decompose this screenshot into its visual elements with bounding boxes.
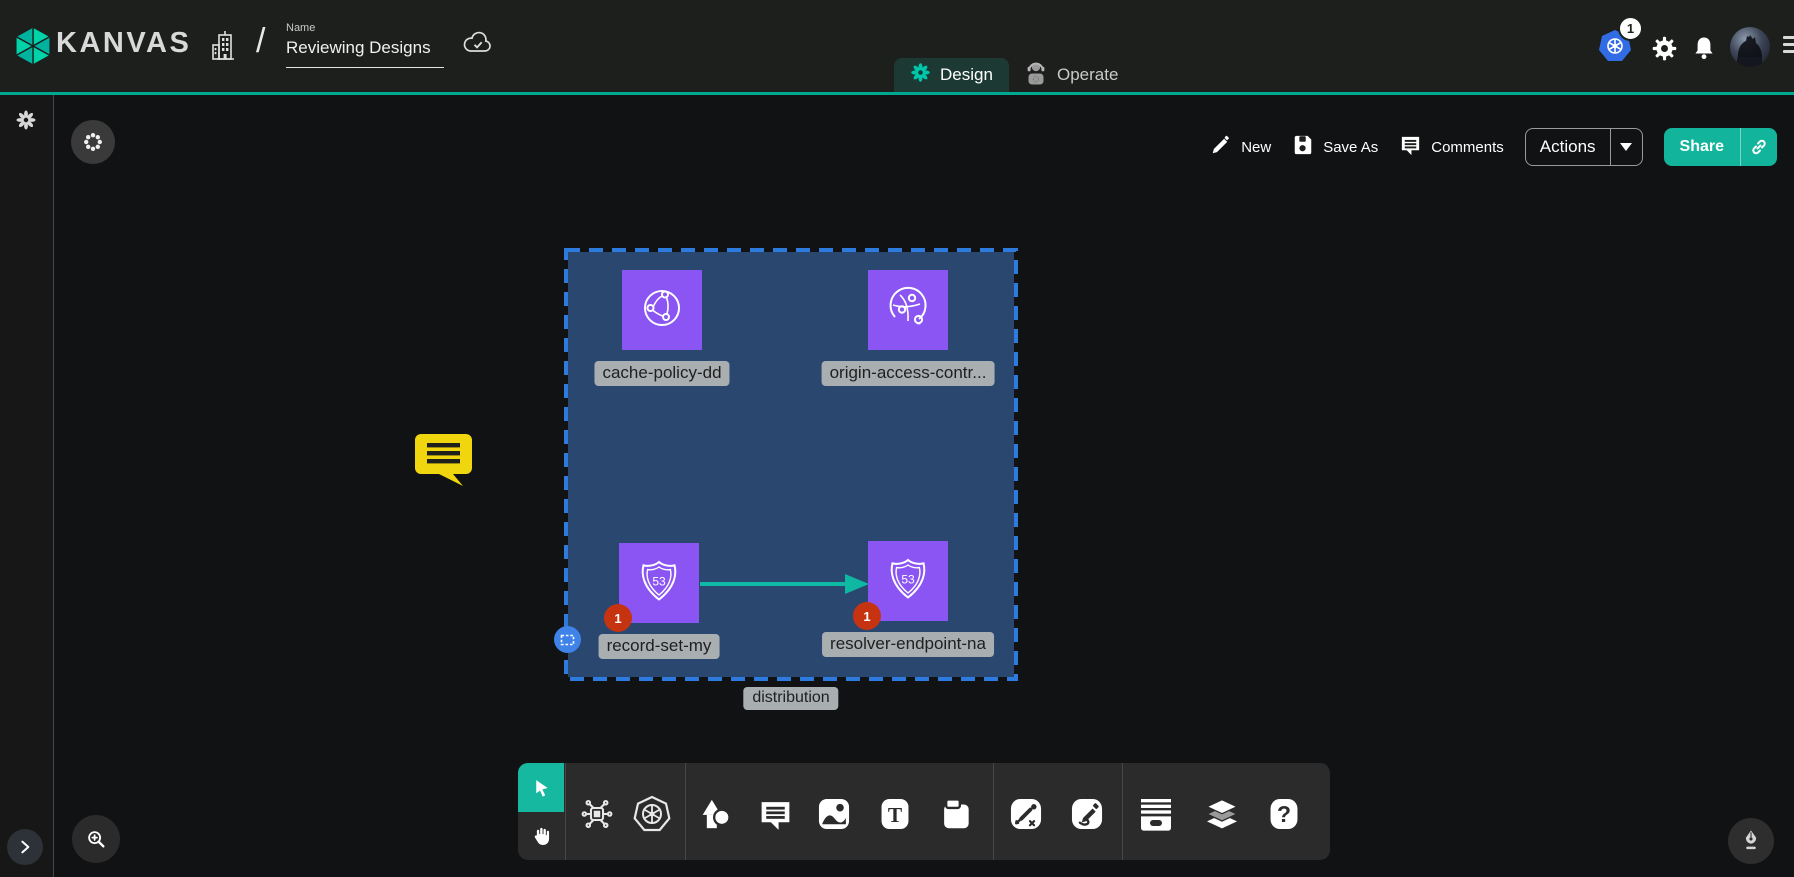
node-label[interactable]: origin-access-contr...: [822, 361, 995, 386]
new-button[interactable]: New: [1210, 134, 1271, 160]
question-mark-icon: ?: [1265, 795, 1303, 833]
comment-tool-button[interactable]: [755, 794, 795, 834]
toolbar-divider: [565, 763, 566, 860]
save-floppy-icon: [1292, 134, 1314, 160]
header: KANVAS / Name: [0, 0, 1794, 95]
svg-text:?: ?: [1277, 801, 1291, 827]
tab-design-label: Design: [940, 65, 993, 85]
design-action-bar: New Save As Comments: [1210, 127, 1777, 167]
node-label[interactable]: resolver-endpoint-na: [822, 632, 994, 657]
share-label: Share: [1664, 128, 1740, 166]
tab-operate-label: Operate: [1057, 65, 1118, 85]
canvas-toolbar: T: [518, 763, 1330, 860]
text-icon: T: [876, 795, 914, 833]
note-icon: [937, 795, 975, 833]
kanvas-app: KANVAS / Name: [0, 0, 1794, 877]
pen-path-icon: [1007, 795, 1045, 833]
settings-gear-icon[interactable]: [1650, 34, 1678, 62]
comments-label: Comments: [1431, 139, 1504, 156]
route53-shield-icon: 53: [881, 552, 935, 611]
breadcrumb-separator: /: [256, 22, 265, 61]
actions-label: Actions: [1526, 129, 1610, 165]
notifications-bell-icon[interactable]: [1691, 34, 1717, 62]
cloudfront-globe-icon: [635, 281, 689, 340]
shapes-icon: [696, 794, 736, 834]
shapes-tool-button[interactable]: [696, 794, 736, 834]
node-label[interactable]: record-set-my: [599, 634, 720, 659]
error-count-badge[interactable]: 1: [604, 604, 632, 632]
share-split-button[interactable]: Share: [1664, 128, 1777, 166]
image-icon: [815, 795, 853, 833]
note-tool-button[interactable]: [936, 794, 976, 834]
route53-shield-icon: 53: [632, 554, 686, 613]
cursor-icon: [531, 777, 552, 799]
component-scanner-button[interactable]: [577, 794, 617, 834]
comments-button[interactable]: Comments: [1399, 134, 1504, 161]
design-name-label: Name: [286, 22, 315, 34]
svg-text:T: T: [888, 803, 902, 827]
toolbar-divider: [1122, 763, 1123, 860]
hand-icon: [530, 825, 552, 847]
drawer-archive-icon: [1136, 794, 1176, 834]
zoom-in-button[interactable]: [72, 815, 120, 863]
canvas-comment-marker[interactable]: [413, 432, 474, 491]
layers-button[interactable]: [1202, 794, 1242, 834]
app-title: KANVAS: [56, 27, 191, 60]
actions-dropdown-button[interactable]: Actions: [1525, 128, 1643, 166]
edge-arrow[interactable]: [699, 571, 870, 602]
image-tool-button[interactable]: [814, 794, 854, 834]
cloudfront-globe-icon: [881, 281, 935, 340]
hamburger-menu-icon[interactable]: [1783, 36, 1794, 58]
operator-headset-icon: [1024, 60, 1048, 91]
node-record-set[interactable]: 53 1 record-set-my: [619, 543, 699, 623]
chip-circuit-icon: [578, 795, 616, 833]
tab-design[interactable]: Design: [894, 58, 1009, 92]
organization-icon[interactable]: [210, 29, 238, 68]
actions-caret[interactable]: [1610, 129, 1642, 165]
copy-link-button[interactable]: [1740, 128, 1777, 166]
expand-sidebar-button[interactable]: [7, 829, 43, 865]
pen-path-tool-button[interactable]: [1006, 794, 1046, 834]
design-name-input[interactable]: [286, 38, 444, 68]
group-selection-badge[interactable]: [554, 626, 581, 653]
kubernetes-wheel-icon: [632, 794, 672, 834]
kubernetes-context-count-badge: 1: [1618, 16, 1643, 41]
layers-icon: [1202, 794, 1242, 834]
comment-bubble-icon: [1399, 134, 1422, 161]
toolbar-divider: [993, 763, 994, 860]
pencil-icon: [1210, 134, 1232, 160]
svg-text:53: 53: [652, 574, 666, 588]
design-spiral-icon: [910, 62, 931, 88]
new-label: New: [1241, 139, 1271, 156]
node-origin-access-control[interactable]: origin-access-contr...: [868, 270, 948, 350]
node-label[interactable]: cache-policy-dd: [594, 361, 729, 386]
select-tool-button[interactable]: [518, 763, 564, 812]
quick-actions-flower-button[interactable]: [71, 120, 115, 164]
save-as-button[interactable]: Save As: [1292, 134, 1378, 160]
kubernetes-context-icon[interactable]: 1: [1598, 29, 1632, 63]
svg-text:53: 53: [901, 572, 915, 586]
user-avatar[interactable]: [1730, 27, 1770, 67]
text-tool-button[interactable]: T: [875, 794, 915, 834]
pencil-draw-tool-button[interactable]: [1067, 794, 1107, 834]
node-cache-policy[interactable]: cache-policy-dd: [622, 270, 702, 350]
toolbar-divider: [685, 763, 686, 860]
cloud-saved-icon: [462, 30, 494, 63]
kubernetes-tool-button[interactable]: [632, 794, 672, 834]
node-resolver-endpoint[interactable]: 53 1 resolver-endpoint-na: [868, 541, 948, 621]
pen-nib-button[interactable]: [1728, 818, 1774, 864]
meshery-spiral-icon[interactable]: [15, 109, 37, 136]
distribution-group[interactable]: cache-policy-dd origin-access-contr...: [568, 252, 1014, 677]
error-count-badge[interactable]: 1: [853, 602, 881, 630]
save-as-label: Save As: [1323, 139, 1378, 156]
pencil-draw-icon: [1068, 795, 1106, 833]
comment-icon: [757, 796, 794, 833]
left-sidebar: [0, 95, 54, 877]
pan-tool-button[interactable]: [518, 812, 564, 860]
help-button[interactable]: ?: [1264, 794, 1304, 834]
drawer-button[interactable]: [1136, 794, 1176, 834]
group-label[interactable]: distribution: [743, 687, 838, 710]
kanvas-logo-icon[interactable]: [14, 25, 52, 72]
tab-operate[interactable]: Operate: [1008, 58, 1134, 92]
